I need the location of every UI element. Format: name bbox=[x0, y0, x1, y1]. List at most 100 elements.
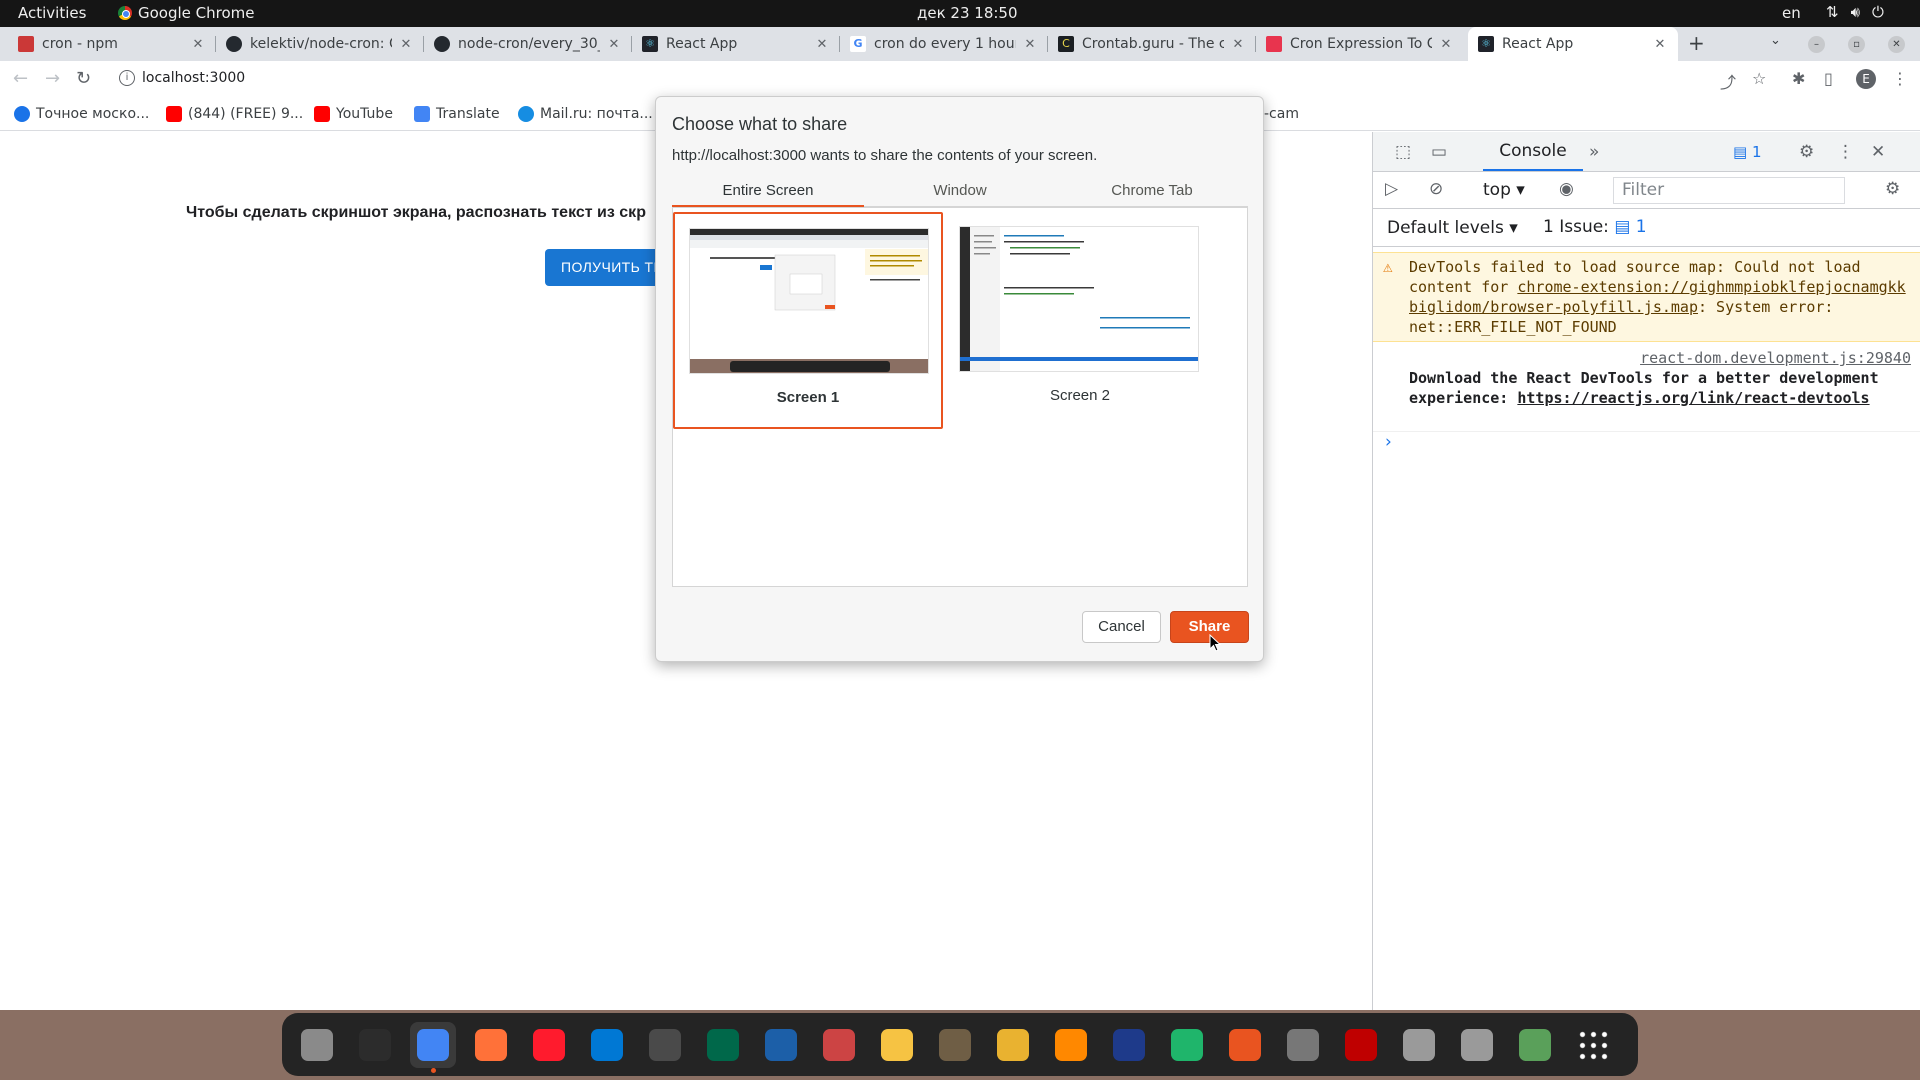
issues-link[interactable]: 1 Issue: ▤ 1 bbox=[1543, 217, 1647, 237]
close-devtools-icon[interactable]: ✕ bbox=[1871, 142, 1885, 162]
more-tabs-icon[interactable]: » bbox=[1589, 142, 1599, 162]
close-tab-icon[interactable]: ✕ bbox=[1022, 37, 1038, 52]
system-menu[interactable]: ⇅ 🔊︎ ⏻ bbox=[1826, 3, 1884, 21]
issues-counter[interactable]: ▤ 1 bbox=[1725, 141, 1770, 163]
browser-tab[interactable]: Cron Expression To C ✕ bbox=[1256, 27, 1464, 61]
bookmark-item[interactable]: -cam bbox=[1264, 106, 1299, 122]
network-icon: ⇅ bbox=[1826, 3, 1839, 21]
gimp-icon[interactable] bbox=[932, 1022, 978, 1068]
log-levels-label: Default levels bbox=[1387, 218, 1504, 238]
system-monitor-icon[interactable] bbox=[352, 1022, 398, 1068]
vscode-icon[interactable] bbox=[584, 1022, 630, 1068]
reload-button[interactable]: ↻ bbox=[76, 68, 91, 89]
opera-icon[interactable] bbox=[526, 1022, 572, 1068]
filezilla-icon[interactable] bbox=[1338, 1022, 1384, 1068]
context-selector[interactable]: top ▾ bbox=[1483, 180, 1525, 200]
tab-search-icon[interactable]: ⌄ bbox=[1770, 33, 1781, 48]
console-filter-input[interactable]: Filter bbox=[1613, 177, 1845, 204]
clock-site-icon bbox=[14, 106, 30, 122]
close-tab-icon[interactable]: ✕ bbox=[1438, 37, 1454, 52]
trash-icon[interactable] bbox=[1512, 1022, 1558, 1068]
bookmark-item[interactable]: (844) (FREE) 9... bbox=[166, 106, 303, 122]
bookmark-star-icon[interactable]: ☆ bbox=[1752, 69, 1766, 88]
activities-button[interactable]: Activities bbox=[18, 4, 86, 22]
mongodb-compass-icon[interactable] bbox=[700, 1022, 746, 1068]
software-center-icon[interactable] bbox=[1222, 1022, 1268, 1068]
react-icon: ⚛ bbox=[642, 36, 658, 52]
close-window-button[interactable]: ✕ bbox=[1888, 36, 1905, 53]
settings-icon[interactable] bbox=[1280, 1022, 1326, 1068]
chrome-menu-icon[interactable]: ⋮ bbox=[1892, 69, 1908, 88]
browser-tab[interactable]: ⚛ React App ✕ bbox=[632, 27, 840, 61]
close-tab-icon[interactable]: ✕ bbox=[398, 37, 414, 52]
obs-icon[interactable] bbox=[1106, 1022, 1152, 1068]
show-apps-icon[interactable] bbox=[1570, 1022, 1616, 1068]
browser-tab[interactable]: cron - npm ✕ bbox=[8, 27, 216, 61]
browser-tab-active[interactable]: ⚛ React App ✕ bbox=[1468, 27, 1678, 61]
vlc-icon[interactable] bbox=[1048, 1022, 1094, 1068]
message-source-link[interactable]: react-dom.development.js:29840 bbox=[1409, 348, 1911, 368]
inspect-element-icon[interactable]: ⬚ bbox=[1395, 142, 1411, 162]
chrome-icon[interactable] bbox=[410, 1021, 456, 1073]
cancel-button[interactable]: Cancel bbox=[1082, 611, 1161, 643]
anydesk-icon[interactable] bbox=[1164, 1022, 1210, 1068]
keyboard-language[interactable]: en bbox=[1782, 4, 1801, 22]
screen-option-2[interactable]: Screen 2 bbox=[945, 212, 1215, 429]
browser-tab[interactable]: G cron do every 1 hour ✕ bbox=[840, 27, 1048, 61]
browser-tab[interactable]: C Crontab.guru - The cr ✕ bbox=[1048, 27, 1256, 61]
tab-entire-screen[interactable]: Entire Screen bbox=[672, 177, 864, 207]
forward-button[interactable]: → bbox=[45, 68, 60, 89]
firefox-icon[interactable] bbox=[468, 1022, 514, 1068]
log-levels-dropdown[interactable]: Default levels ▾ bbox=[1387, 218, 1518, 238]
site-info-icon[interactable]: i bbox=[119, 70, 135, 86]
screen-option-1[interactable]: Screen 1 bbox=[673, 212, 943, 429]
side-panel-icon[interactable]: ▯ bbox=[1824, 69, 1833, 88]
new-tab-button[interactable]: + bbox=[1688, 31, 1705, 55]
close-tab-icon[interactable]: ✕ bbox=[1230, 37, 1246, 52]
bookmark-item[interactable]: Точное моско... bbox=[14, 106, 149, 122]
sticky-notes-icon[interactable] bbox=[874, 1022, 920, 1068]
react-devtools-link[interactable]: https://reactjs.org/link/react-devtools bbox=[1517, 389, 1869, 407]
device-toolbar-icon[interactable]: ▭ bbox=[1431, 142, 1447, 162]
back-button[interactable]: ← bbox=[13, 68, 28, 89]
clear-console-icon[interactable]: ⊘ bbox=[1429, 179, 1443, 199]
volume-icon: 🔊︎ bbox=[1850, 3, 1861, 21]
ssd-drive-icon[interactable] bbox=[1396, 1022, 1442, 1068]
minimize-window-button[interactable]: – bbox=[1808, 36, 1825, 53]
close-tab-icon[interactable]: ✕ bbox=[606, 37, 622, 52]
tab-window[interactable]: Window bbox=[864, 177, 1056, 207]
show-sidebar-icon[interactable]: ▷ bbox=[1385, 179, 1398, 199]
live-expression-eye-icon[interactable]: ◉ bbox=[1559, 179, 1574, 199]
share-page-icon[interactable]: ⤴ bbox=[1720, 69, 1736, 93]
address-bar[interactable]: localhost:3000 bbox=[142, 70, 245, 86]
bookmark-label: (844) (FREE) 9... bbox=[188, 106, 304, 122]
files-icon[interactable] bbox=[294, 1022, 340, 1068]
bookmark-item[interactable]: Mail.ru: почта... bbox=[518, 106, 653, 122]
ssd-drive-icon-2[interactable] bbox=[1454, 1022, 1500, 1068]
clock[interactable]: дек 23 18:50 bbox=[917, 4, 1018, 22]
bookmark-item[interactable]: Translate bbox=[414, 106, 500, 122]
settings-gear-icon[interactable]: ⚙ bbox=[1799, 142, 1814, 162]
screen-share-dialog: Choose what to share http://localhost:30… bbox=[655, 96, 1264, 662]
console-settings-icon[interactable]: ⚙ bbox=[1885, 179, 1900, 199]
libreoffice-writer-icon[interactable] bbox=[758, 1022, 804, 1068]
bookmark-item[interactable]: YouTube bbox=[314, 106, 393, 122]
translate-icon bbox=[414, 106, 430, 122]
document-viewer-icon[interactable] bbox=[816, 1022, 862, 1068]
browser-tab[interactable]: kelektiv/node-cron: C ✕ bbox=[216, 27, 424, 61]
cron-expression-icon bbox=[1266, 36, 1282, 52]
close-tab-icon[interactable]: ✕ bbox=[190, 37, 206, 52]
browser-tab[interactable]: node-cron/every_30_ ✕ bbox=[424, 27, 632, 61]
console-prompt-icon[interactable]: › bbox=[1385, 432, 1392, 452]
tab-chrome-tab[interactable]: Chrome Tab bbox=[1056, 177, 1248, 207]
maximize-window-button[interactable]: ▫ bbox=[1848, 36, 1865, 53]
terminal-icon[interactable] bbox=[642, 1022, 688, 1068]
extensions-icon[interactable]: ✱ bbox=[1792, 69, 1805, 88]
rhythmbox-icon[interactable] bbox=[990, 1022, 1036, 1068]
devtools-menu-icon[interactable]: ⋮ bbox=[1837, 142, 1854, 162]
close-tab-icon[interactable]: ✕ bbox=[1652, 37, 1668, 52]
app-menu[interactable]: Google Chrome bbox=[118, 4, 255, 22]
profile-avatar[interactable]: E bbox=[1856, 69, 1876, 89]
close-tab-icon[interactable]: ✕ bbox=[814, 37, 830, 52]
tab-console[interactable]: Console bbox=[1483, 132, 1583, 171]
